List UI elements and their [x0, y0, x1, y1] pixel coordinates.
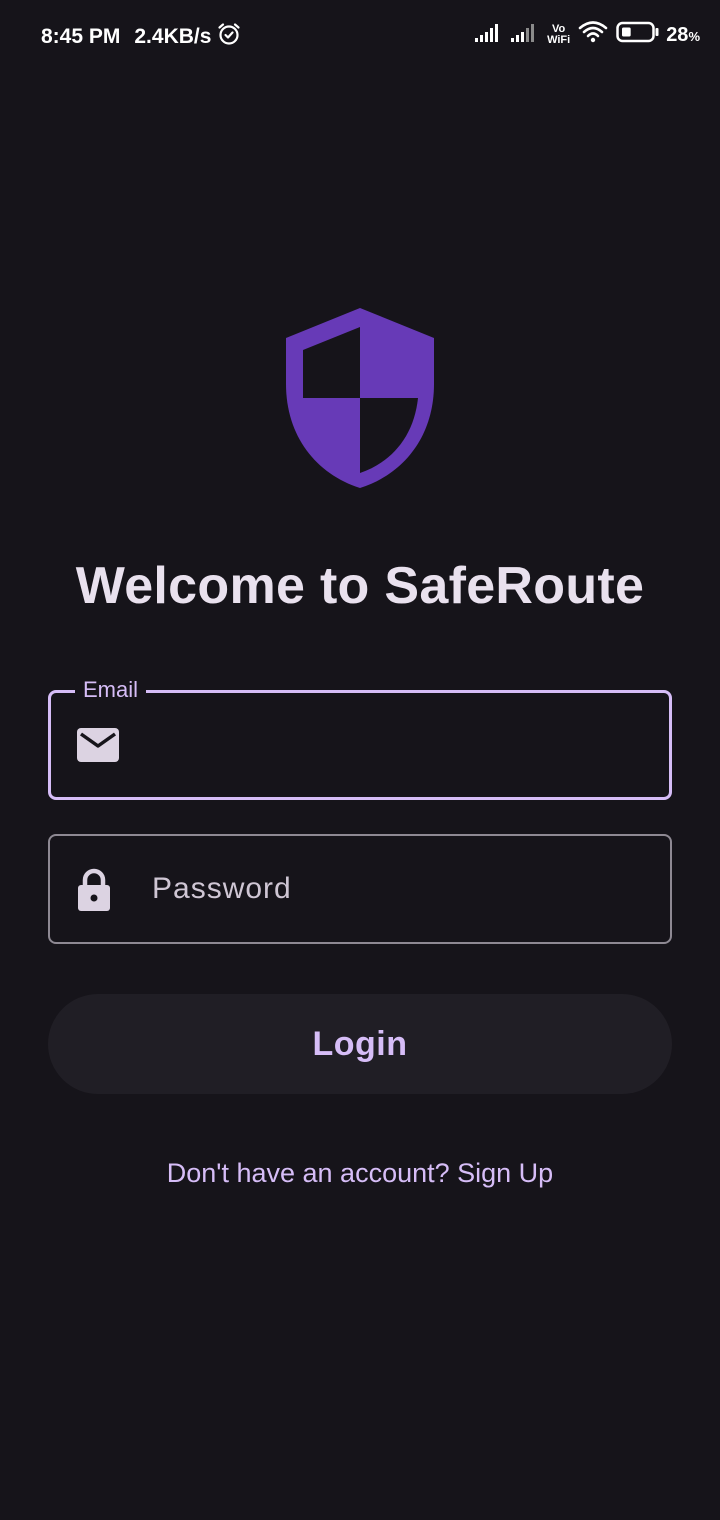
status-time: 8:45 PM: [41, 25, 121, 48]
login-screen: 8:45 PM 2.4KB/s Vo WiFi 28% Welcome to S…: [0, 0, 720, 1520]
alarm-icon: [217, 22, 241, 52]
status-left: 8:45 PM 2.4KB/s: [41, 22, 241, 52]
mail-icon: [77, 728, 119, 767]
email-input[interactable]: [153, 693, 643, 797]
password-field[interactable]: [48, 834, 672, 944]
signal-icon-secondary: [511, 22, 539, 48]
status-right: Vo WiFi 28%: [467, 20, 700, 50]
battery-percent-value: 28: [666, 23, 689, 46]
battery-percent-sign: %: [688, 28, 700, 44]
login-button[interactable]: Login: [48, 994, 672, 1094]
network-speed: 2.4KB/s: [134, 25, 212, 48]
wifi-icon: [578, 20, 608, 50]
vowifi-icon: Vo WiFi: [547, 24, 570, 46]
shield-icon: [284, 306, 436, 490]
password-input[interactable]: [152, 836, 642, 942]
email-field[interactable]: Email: [48, 677, 672, 800]
signal-icon: [475, 22, 503, 48]
battery-icon: [616, 21, 660, 49]
vowifi-bottom-label: WiFi: [547, 34, 571, 46]
status-bar: 8:45 PM 2.4KB/s Vo WiFi 28%: [0, 0, 720, 72]
page-title: Welcome to SafeRoute: [75, 557, 645, 615]
sign-up-link[interactable]: Don't have an account? Sign Up: [0, 1158, 720, 1189]
battery-percent: 28%: [666, 24, 700, 47]
email-label: Email: [75, 677, 147, 703]
lock-icon: [76, 868, 112, 917]
